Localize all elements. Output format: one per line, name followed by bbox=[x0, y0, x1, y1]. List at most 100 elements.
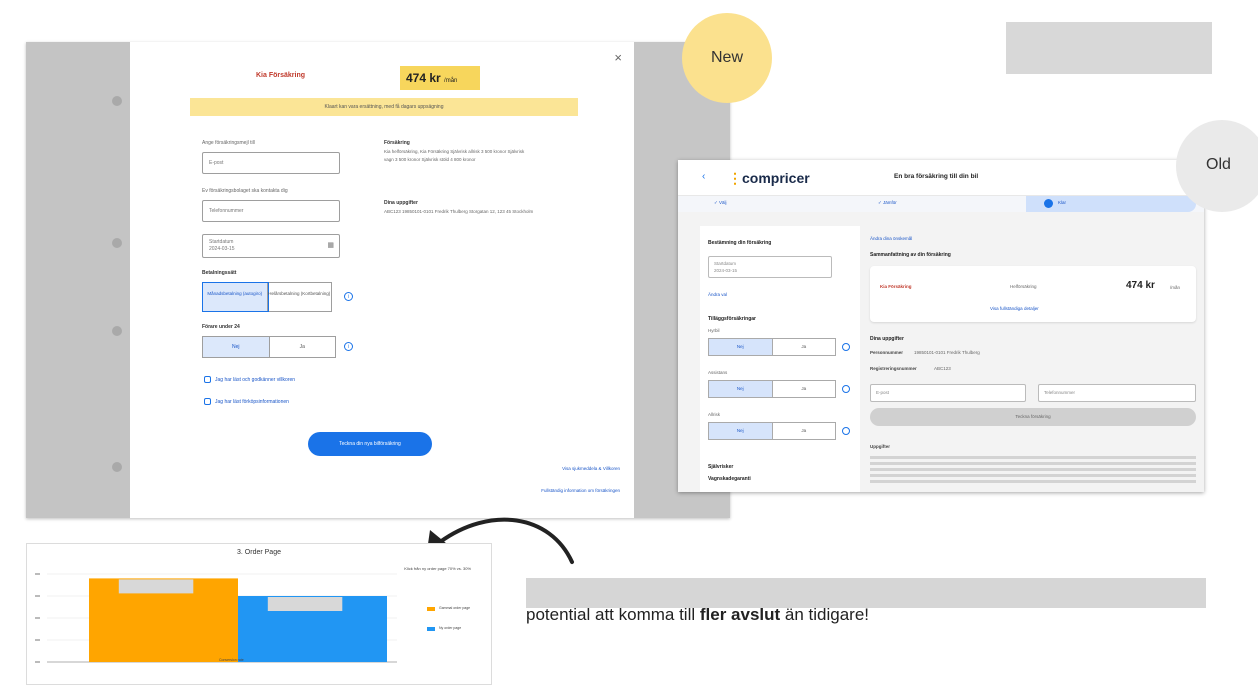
new-badge: New bbox=[682, 13, 772, 103]
addon-1-label: Hyrbil bbox=[708, 328, 720, 333]
legend-swatch-old bbox=[427, 607, 435, 611]
old-phone-field[interactable]: Telefonnummer bbox=[1038, 384, 1196, 402]
driver-heading: Förare under 24 bbox=[202, 324, 240, 330]
preinfo-checkbox-label: Jag har läst förköpsinformationen bbox=[215, 398, 289, 405]
addon-3-selector: Nej Ja bbox=[708, 422, 836, 440]
driver-selector: Nej Ja bbox=[202, 336, 336, 358]
close-icon[interactable]: × bbox=[614, 50, 622, 65]
y-tick-mark bbox=[35, 595, 40, 597]
addon-3-no[interactable]: Nej bbox=[709, 423, 773, 439]
footer-heading: Uppgifter bbox=[870, 444, 890, 449]
addon-3-label: Allrisk bbox=[708, 412, 720, 417]
old-start-date-label: Startdatum bbox=[714, 261, 737, 266]
your-details-heading: Dina uppgifter bbox=[870, 336, 904, 342]
info-icon[interactable] bbox=[842, 427, 850, 435]
addons-heading: Tilläggsförsäkringar bbox=[708, 316, 756, 322]
legend-item-new: Ny order page bbox=[427, 626, 462, 631]
deductibles-heading: Självrisker bbox=[708, 464, 734, 470]
old-order-page-screenshot: ‹ ⋮compricer En bra försäkring till din … bbox=[678, 160, 1204, 492]
step-3-label: Klar bbox=[1058, 200, 1067, 205]
active-step-icon bbox=[1044, 199, 1053, 208]
sign-insurance-button[interactable]: Teckna din nya bilförsäkring bbox=[308, 432, 432, 456]
terms-checkbox[interactable]: Jag har läst och godkänner villkoren bbox=[204, 376, 295, 383]
step-2[interactable]: ✓ Jämför bbox=[878, 200, 897, 206]
y-tick-mark bbox=[35, 617, 40, 619]
addon-1-no[interactable]: Nej bbox=[709, 339, 773, 355]
calendar-icon[interactable]: ▦ bbox=[327, 242, 334, 249]
addon-1-selector: Nej Ja bbox=[708, 338, 836, 356]
info-icon[interactable] bbox=[842, 385, 850, 393]
chart-subtitle: Klick från ny order page 70% vs. 30% bbox=[404, 566, 471, 571]
addon-2-label: Assistans bbox=[708, 370, 728, 375]
info-icon[interactable]: i bbox=[344, 292, 353, 301]
background-page-left bbox=[26, 42, 130, 518]
old-submit-button[interactable]: Teckna försäkring bbox=[870, 408, 1196, 426]
redacted-block bbox=[1006, 22, 1212, 74]
show-details-link[interactable]: Visa fullständiga detaljer bbox=[990, 306, 1039, 311]
new-modal-screenshot: × Kia Försäkring 474 kr /mån Klaart kan … bbox=[26, 42, 730, 518]
change-options-link[interactable]: Ändra val bbox=[708, 292, 727, 297]
y-tick-mark bbox=[35, 661, 40, 663]
fine-print-line bbox=[870, 456, 1196, 459]
checkbox-icon[interactable] bbox=[204, 376, 211, 383]
old-email-field[interactable]: E-post bbox=[870, 384, 1026, 402]
preinfo-checkbox[interactable]: Jag har läst förköpsinformationen bbox=[204, 398, 289, 405]
addon-3-yes[interactable]: Ja bbox=[773, 423, 836, 439]
step-1-label: Välj bbox=[719, 200, 727, 205]
info-icon[interactable] bbox=[842, 343, 850, 351]
old-badge: Old bbox=[1176, 120, 1258, 212]
tagline: potential att komma till fler avslut än … bbox=[526, 605, 869, 625]
driver-option-no[interactable]: Nej bbox=[203, 337, 270, 357]
checkbox-icon[interactable] bbox=[204, 398, 211, 405]
back-icon[interactable]: ‹ bbox=[702, 171, 705, 182]
summary-card: Kia Försäkring Helförsäkring 474 kr /mån… bbox=[870, 266, 1196, 322]
addon-2-no[interactable]: Nej bbox=[709, 381, 773, 397]
old-badge-label: Old bbox=[1206, 156, 1231, 173]
old-plan: Helförsäkring bbox=[1010, 284, 1037, 289]
chart-title: 3. Order Page bbox=[237, 549, 281, 556]
personal-number-label: Personnummer bbox=[870, 350, 904, 355]
info-icon[interactable]: i bbox=[344, 342, 353, 351]
info-link[interactable]: Fullständig information om försäkringen bbox=[541, 488, 620, 493]
phone-field[interactable]: Telefonnummer bbox=[202, 200, 340, 222]
legend-label-new: Ny order page bbox=[439, 626, 462, 630]
reg-number-value: ABC123 bbox=[934, 366, 951, 371]
start-date-field[interactable]: Startdatum 2024-03-15 ▦ bbox=[202, 234, 340, 258]
settings-heading: Bestämning din försäkring bbox=[708, 240, 772, 246]
new-badge-label: New bbox=[710, 49, 743, 66]
step-3: Klar bbox=[1026, 196, 1196, 212]
step-2-label: Jämför bbox=[883, 200, 897, 205]
order-page-chart: 3. Order Page Klick från ny order page 7… bbox=[26, 543, 492, 685]
payment-option-yearly[interactable]: Helårsbetalning (Kortbetalning) bbox=[268, 283, 332, 311]
terms-link[interactable]: Visa sjukmeddela & Villkoren bbox=[562, 466, 620, 471]
step-1[interactable]: ✓ Välj bbox=[714, 200, 727, 206]
old-start-date-value: 2024-03-15 bbox=[714, 268, 738, 273]
logo-mark: ⋮ bbox=[728, 170, 742, 186]
background-dot bbox=[112, 326, 122, 336]
fine-print-line bbox=[870, 480, 1196, 483]
y-tick-mark bbox=[35, 573, 40, 575]
old-page-body: Bestämning din försäkring Startdatum 202… bbox=[678, 212, 1204, 492]
reg-number-label: Registreringsnummer bbox=[870, 366, 917, 371]
payment-option-monthly[interactable]: Månadsbetalning (autogiro) bbox=[202, 282, 269, 312]
insurer-brand: Kia Försäkring bbox=[256, 72, 306, 79]
price-value: 474 kr bbox=[406, 71, 441, 85]
addon-1-yes[interactable]: Ja bbox=[773, 339, 836, 355]
driver-option-yes[interactable]: Ja bbox=[270, 337, 336, 357]
info-banner: Klaart kan vara ersättning, med få dagar… bbox=[190, 98, 578, 116]
summary-details-text: ABC123 19850101-0101 Fredrik Thulberg St… bbox=[384, 209, 534, 214]
addon-2-selector: Nej Ja bbox=[708, 380, 836, 398]
x-category-label: Conversion rate bbox=[219, 658, 244, 662]
redacted-text-block bbox=[526, 578, 1206, 608]
old-start-date-field[interactable]: Startdatum 2024-03-15 bbox=[708, 256, 832, 278]
change-wishes-link[interactable]: Ändra dina önskemål bbox=[870, 236, 912, 241]
email-field[interactable]: E-post bbox=[202, 152, 340, 174]
fine-print-line bbox=[870, 474, 1196, 477]
bar-redacted-label bbox=[267, 597, 343, 611]
old-page-title: En bra försäkring till din bil bbox=[894, 173, 979, 180]
summary-insurance-text: Kia helförsäkring, Kia Försäkring Självr… bbox=[384, 149, 525, 162]
email-label: Ange försäkringsmejl till bbox=[202, 140, 255, 146]
start-date-label: Startdatum bbox=[209, 239, 234, 245]
price-unit: /mån bbox=[444, 78, 458, 84]
addon-2-yes[interactable]: Ja bbox=[773, 381, 836, 397]
